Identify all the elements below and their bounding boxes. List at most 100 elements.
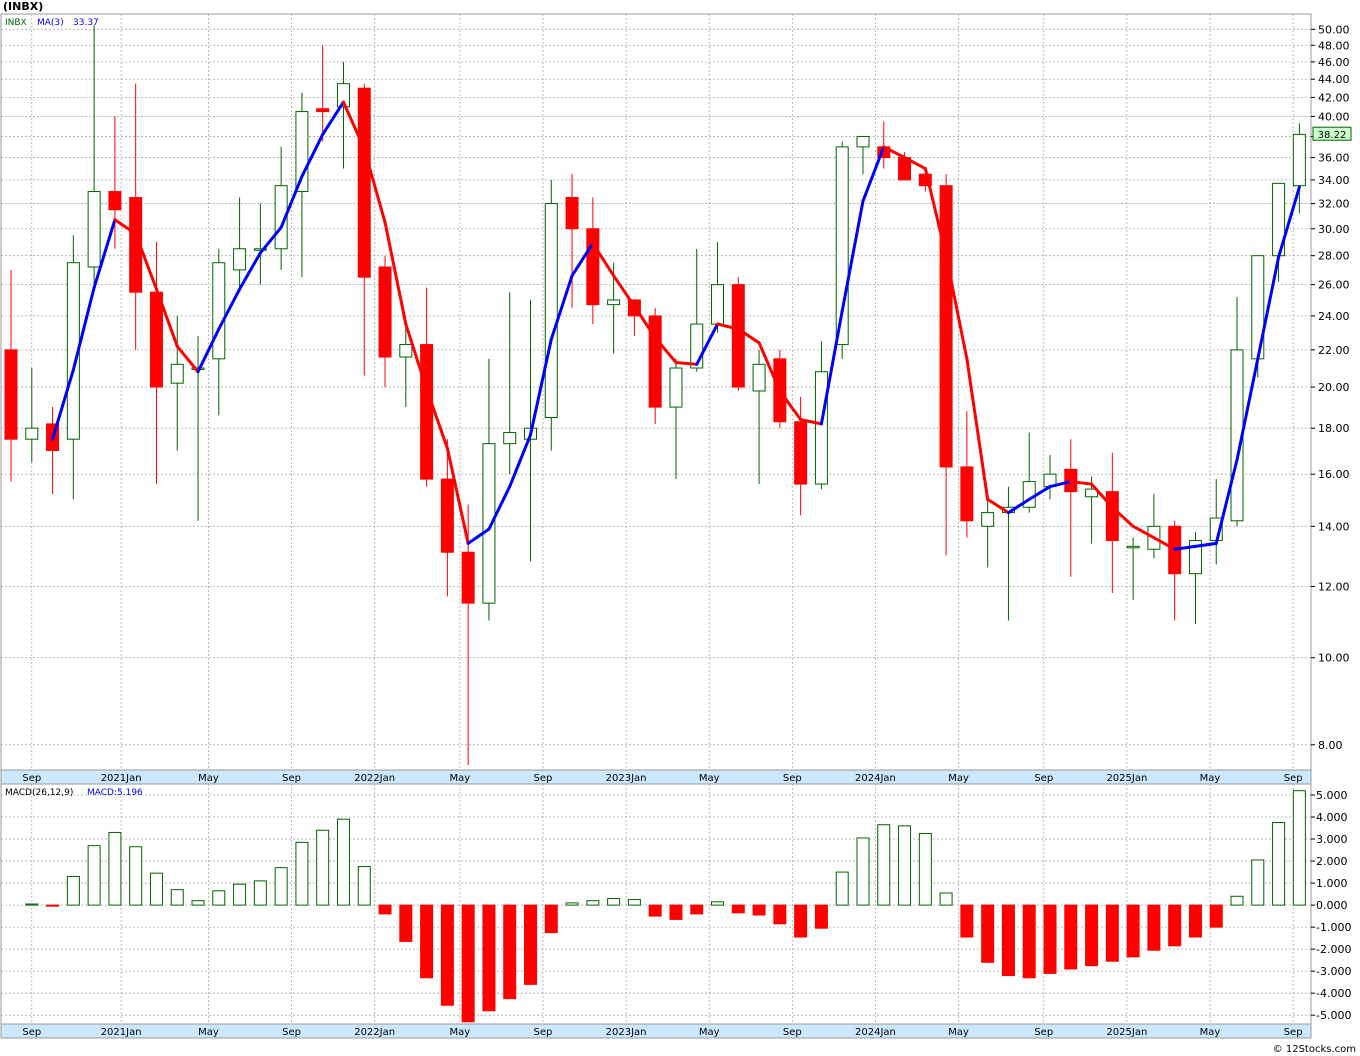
macd-bar [1043, 904, 1057, 974]
macd-bar [814, 904, 828, 929]
candle-body [149, 291, 163, 388]
candle-body [711, 284, 725, 325]
macd-bar [565, 902, 579, 906]
candle-body [752, 363, 766, 392]
macd-bar [794, 904, 808, 938]
macd-bar [544, 904, 558, 934]
y-tick-label: 10.00 [1318, 652, 1350, 665]
x-tick-label: May [198, 1027, 219, 1038]
macd-bar [731, 904, 745, 914]
candle-body [4, 349, 18, 440]
macd-bar [108, 831, 122, 906]
macd-bar [524, 904, 537, 985]
macd-bar [1001, 904, 1015, 977]
y-tick-label: 34.00 [1318, 174, 1350, 187]
macd-bar [586, 900, 600, 906]
candle-body [212, 262, 226, 360]
candle-body [25, 427, 39, 440]
x-tick-label: 2021Jan [101, 1027, 142, 1038]
candle-body [420, 344, 434, 480]
y-tick-label: -4.000 [1316, 987, 1351, 1000]
y-tick-label: 36.00 [1318, 152, 1350, 165]
x-tick-label: Sep [534, 773, 553, 784]
macd-label: MACD(26,12,9) [5, 788, 73, 798]
macd-bar [1105, 904, 1119, 962]
macd-bar [773, 904, 787, 925]
macd-bar [752, 904, 766, 916]
last-price-marker: 38.22 [1312, 126, 1352, 141]
macd-bar [357, 866, 371, 906]
y-tick-label: 48.00 [1318, 39, 1350, 52]
macd-bar [1188, 904, 1202, 938]
y-tick-label: 18.00 [1318, 422, 1350, 435]
macd-bar [1126, 904, 1140, 958]
candle-body [87, 191, 101, 268]
macd-bar [960, 904, 974, 938]
x-tick-label: Sep [1284, 1027, 1303, 1038]
macd-bar [1251, 859, 1265, 906]
macd-bar [1272, 822, 1286, 906]
candle-body [794, 421, 808, 485]
y-tick-label: 5.000 [1316, 789, 1348, 802]
x-tick-label: Sep [22, 773, 41, 784]
y-tick-label: 16.00 [1318, 468, 1350, 481]
macd-bar [378, 904, 392, 915]
x-tick-label: May [450, 1027, 471, 1038]
last-price-label: 38.22 [1318, 130, 1347, 141]
macd-bar [669, 904, 683, 920]
y-tick-label: 12.00 [1318, 580, 1350, 593]
macd-bar [898, 825, 912, 906]
macd-bar [1085, 904, 1099, 967]
macd-bar [212, 890, 226, 906]
candle-body [814, 371, 828, 485]
macd-bar [503, 904, 517, 1000]
x-tick-label: 2024Jan [855, 773, 896, 784]
macd-bar [877, 824, 891, 906]
candle-body [461, 551, 475, 604]
macd-bar [1022, 904, 1036, 979]
macd-bar [711, 901, 725, 906]
y-tick-label: 1.000 [1316, 877, 1348, 890]
macd-bar [918, 833, 932, 906]
y-tick-label: 4.000 [1316, 811, 1348, 824]
macd-bar [482, 904, 496, 1012]
x-tick-label: May [948, 773, 969, 784]
y-tick-label: -1.000 [1316, 921, 1351, 934]
candle-body [939, 185, 953, 468]
candle-body [544, 203, 558, 418]
macd-bar [295, 841, 309, 906]
macd-bar [690, 904, 704, 915]
x-tick-label: 2025Jan [1106, 773, 1147, 784]
y-tick-label: 32.00 [1318, 198, 1350, 211]
x-tick-label: May [699, 1027, 720, 1038]
y-tick-label: 14.00 [1318, 520, 1350, 533]
price-legend: INBX MA(3) 33.37 [5, 18, 99, 28]
macd-bar [856, 837, 870, 906]
macd-bar [253, 880, 267, 906]
macd-bar [648, 904, 662, 917]
macd-bar [1064, 904, 1078, 970]
y-tick-label: 26.00 [1318, 279, 1350, 292]
candle-body [503, 432, 517, 445]
candle-body [586, 228, 600, 306]
y-tick-label: 2.000 [1316, 855, 1348, 868]
macd-y-axis: 5.000 4.000 3.000 2.000 1.000 0.000 -1.000 -2.0… [1311, 789, 1351, 1022]
y-tick-label: 8.00 [1318, 739, 1343, 752]
macd-bar [1230, 895, 1244, 906]
y-tick-label: 40.00 [1318, 110, 1350, 123]
x-tick-label: Sep [1034, 773, 1053, 784]
y-tick-label: -2.000 [1316, 943, 1351, 956]
y-tick-label: 28.00 [1318, 250, 1350, 263]
x-tick-label: May [948, 1027, 969, 1038]
macd-bar [66, 875, 80, 906]
y-tick-label: 30.00 [1318, 223, 1350, 236]
y-tick-label: 3.000 [1316, 833, 1348, 846]
candle-body [669, 367, 683, 408]
chart-canvas: 8.00 10.00 12.00 14.00 16.00 18.00 20.00 22.00 2… [0, 13, 1352, 1039]
macd-bar [129, 846, 143, 906]
macd-bar [170, 889, 184, 906]
candle-body [981, 512, 995, 527]
candle-body [440, 478, 454, 553]
y-tick-label: 0.000 [1316, 899, 1348, 912]
x-tick-label: May [1200, 1027, 1221, 1038]
